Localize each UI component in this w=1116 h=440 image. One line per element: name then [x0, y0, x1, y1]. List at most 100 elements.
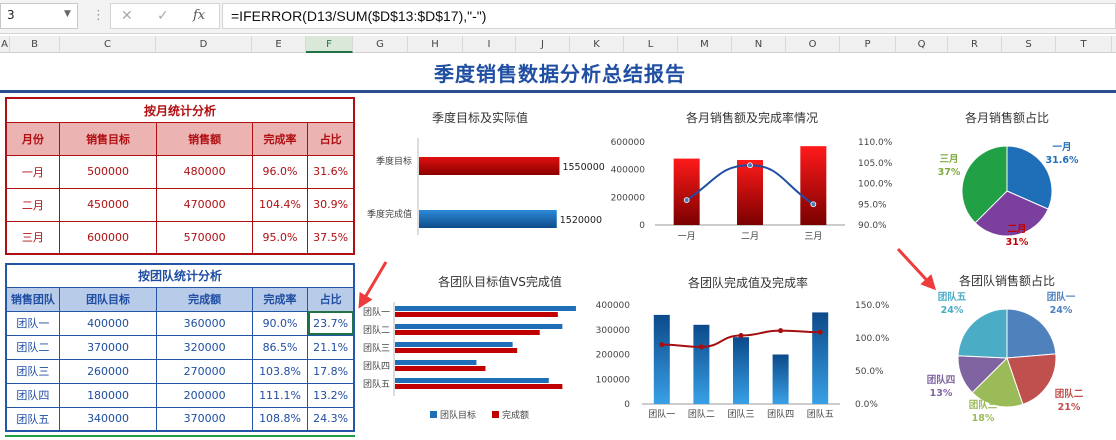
- table-cell[interactable]: 三月: [5, 220, 60, 255]
- column-header-q[interactable]: Q: [896, 36, 948, 53]
- table-cell[interactable]: 90.0%: [251, 310, 309, 336]
- table-cell[interactable]: 500000: [58, 154, 158, 189]
- table-cell[interactable]: 团队四: [5, 382, 60, 408]
- header-cell[interactable]: 占比: [307, 286, 355, 312]
- team-share-pie-chart[interactable]: 各团队销售额占比团队一 24% 团队二 21% 团队三 18% 团队四 13% 团队五 24%: [905, 268, 1110, 438]
- chevron-down-icon[interactable]: ▼: [64, 9, 71, 19]
- table-cell[interactable]: 340000: [58, 406, 158, 432]
- column-header-s[interactable]: S: [1002, 36, 1056, 53]
- table-cell[interactable]: 30.9%: [307, 187, 355, 222]
- team-done-rate-chart[interactable]: 各团队完成值及完成率 400000 300000 200000 100000 0 150.0…: [596, 268, 900, 438]
- pie-label-name: 团队二: [1055, 388, 1084, 400]
- active-cell[interactable]: 23.7%: [307, 310, 355, 336]
- table-cell[interactable]: 37.5%: [307, 220, 355, 255]
- header-cell[interactable]: 完成率: [251, 286, 309, 312]
- monthly-share-pie-chart[interactable]: 各月销售额占比一月 31.6% 二月 31% 三月 37%: [905, 100, 1110, 250]
- table-cell[interactable]: 96.0%: [251, 154, 309, 189]
- table-row: 团队三 260000 270000 103.8% 17.8%: [5, 358, 355, 384]
- line-point: [698, 344, 704, 350]
- column-header-o[interactable]: O: [786, 36, 840, 53]
- column-header-g[interactable]: G: [353, 36, 408, 53]
- pie-label-value: 37%: [938, 167, 961, 178]
- column-header-t[interactable]: T: [1056, 36, 1112, 53]
- header-cell[interactable]: 完成额: [156, 286, 253, 312]
- bar: [395, 384, 563, 389]
- table-cell[interactable]: 团队三: [5, 358, 60, 384]
- header-cell[interactable]: 销售团队: [5, 286, 60, 312]
- column-header-k[interactable]: K: [570, 36, 624, 53]
- column-header-a[interactable]: A: [0, 36, 10, 53]
- y2-tick-label: 150.0%: [855, 301, 890, 311]
- table-cell[interactable]: 24.3%: [307, 406, 355, 432]
- header-cell[interactable]: 月份: [5, 121, 60, 156]
- column-header-h[interactable]: H: [408, 36, 463, 53]
- table-cell[interactable]: 二月: [5, 187, 60, 222]
- header-cell[interactable]: 销售额: [156, 121, 253, 156]
- bar: [693, 324, 710, 404]
- table-cell[interactable]: 270000: [156, 358, 253, 384]
- monthly-sales-rate-chart[interactable]: 各月销售额及完成率情况 600000 400000 200000 0 110.0% 105.…: [600, 100, 900, 250]
- column-header-p[interactable]: P: [840, 36, 896, 53]
- table-cell[interactable]: 400000: [58, 310, 158, 336]
- table-cell[interactable]: 360000: [156, 310, 253, 336]
- table-cell[interactable]: 180000: [58, 382, 158, 408]
- table-cell[interactable]: 370000: [156, 406, 253, 432]
- table-cell[interactable]: 团队一: [5, 310, 60, 336]
- table-cell[interactable]: 一月: [5, 154, 60, 189]
- table-cell[interactable]: 17.8%: [307, 358, 355, 384]
- team-target-vs-done-chart[interactable]: 各团队目标值VS完成值团队一团队二团队三团队四团队五团队目标 完成额: [360, 268, 600, 438]
- formula-input[interactable]: =IFERROR(D13/SUM($D$13:$D$17),"-"): [222, 3, 1116, 29]
- header-cell[interactable]: 占比: [307, 121, 355, 156]
- column-header-n[interactable]: N: [732, 36, 786, 53]
- category-label: 团队二: [363, 324, 390, 336]
- header-cell[interactable]: 销售目标: [58, 121, 158, 156]
- y2-tick-label: 100.0%: [855, 334, 890, 344]
- table-cell[interactable]: 31.6%: [307, 154, 355, 189]
- table-cell[interactable]: 21.1%: [307, 334, 355, 360]
- column-header-e[interactable]: E: [252, 36, 306, 53]
- bar: [653, 314, 670, 404]
- chart-title: 各月销售额及完成率情况: [686, 110, 818, 125]
- table-cell[interactable]: 480000: [156, 154, 253, 189]
- column-header-j[interactable]: J: [516, 36, 570, 53]
- y-tick-label: 100000: [596, 375, 631, 385]
- table-cell[interactable]: 86.5%: [251, 334, 309, 360]
- table-cell[interactable]: 370000: [58, 334, 158, 360]
- y-tick-label: 200000: [596, 351, 631, 361]
- table-cell[interactable]: 111.1%: [251, 382, 309, 408]
- column-header-m[interactable]: M: [678, 36, 732, 53]
- column-header-r[interactable]: R: [948, 36, 1002, 53]
- y2-tick-label: 100.0%: [858, 180, 893, 190]
- column-header-i[interactable]: I: [463, 36, 516, 53]
- bar: [419, 157, 560, 175]
- quarter-target-chart[interactable]: 季度目标及实际值季度目标 1550000 季度完成值 1520000: [360, 100, 605, 250]
- table-cell[interactable]: 470000: [156, 187, 253, 222]
- header-cell[interactable]: 完成率: [251, 121, 309, 156]
- drag-handle-icon[interactable]: ⋮: [92, 8, 105, 23]
- table-cell[interactable]: 95.0%: [251, 220, 309, 255]
- table-cell[interactable]: 570000: [156, 220, 253, 255]
- table-row: 二月 450000 470000 104.4% 30.9%: [5, 187, 355, 222]
- table-cell[interactable]: 13.2%: [307, 382, 355, 408]
- cancel-icon[interactable]: ✕: [121, 8, 133, 24]
- table-cell[interactable]: 600000: [58, 220, 158, 255]
- table-cell[interactable]: 103.8%: [251, 358, 309, 384]
- table-cell[interactable]: 108.8%: [251, 406, 309, 432]
- table-cell[interactable]: 团队五: [5, 406, 60, 432]
- insert-function-icon[interactable]: fx: [193, 8, 205, 23]
- column-header-d[interactable]: D: [156, 36, 252, 53]
- table-cell[interactable]: 450000: [58, 187, 158, 222]
- column-header-f[interactable]: F: [306, 36, 353, 53]
- header-cell[interactable]: 团队目标: [58, 286, 158, 312]
- column-header-c[interactable]: C: [60, 36, 156, 53]
- table-cell[interactable]: 104.4%: [251, 187, 309, 222]
- column-header-l[interactable]: L: [624, 36, 678, 53]
- table-cell[interactable]: 320000: [156, 334, 253, 360]
- column-header-b[interactable]: B: [10, 36, 60, 53]
- table-cell[interactable]: 团队二: [5, 334, 60, 360]
- enter-icon[interactable]: ✓: [157, 8, 169, 24]
- table-cell[interactable]: 200000: [156, 382, 253, 408]
- table-cell[interactable]: 260000: [58, 358, 158, 384]
- table-row: 三月 600000 570000 95.0% 37.5%: [5, 220, 355, 255]
- team-stats-table: 按团队统计分析 销售团队 团队目标 完成额 完成率 占比 团队一 400000 …: [5, 263, 355, 432]
